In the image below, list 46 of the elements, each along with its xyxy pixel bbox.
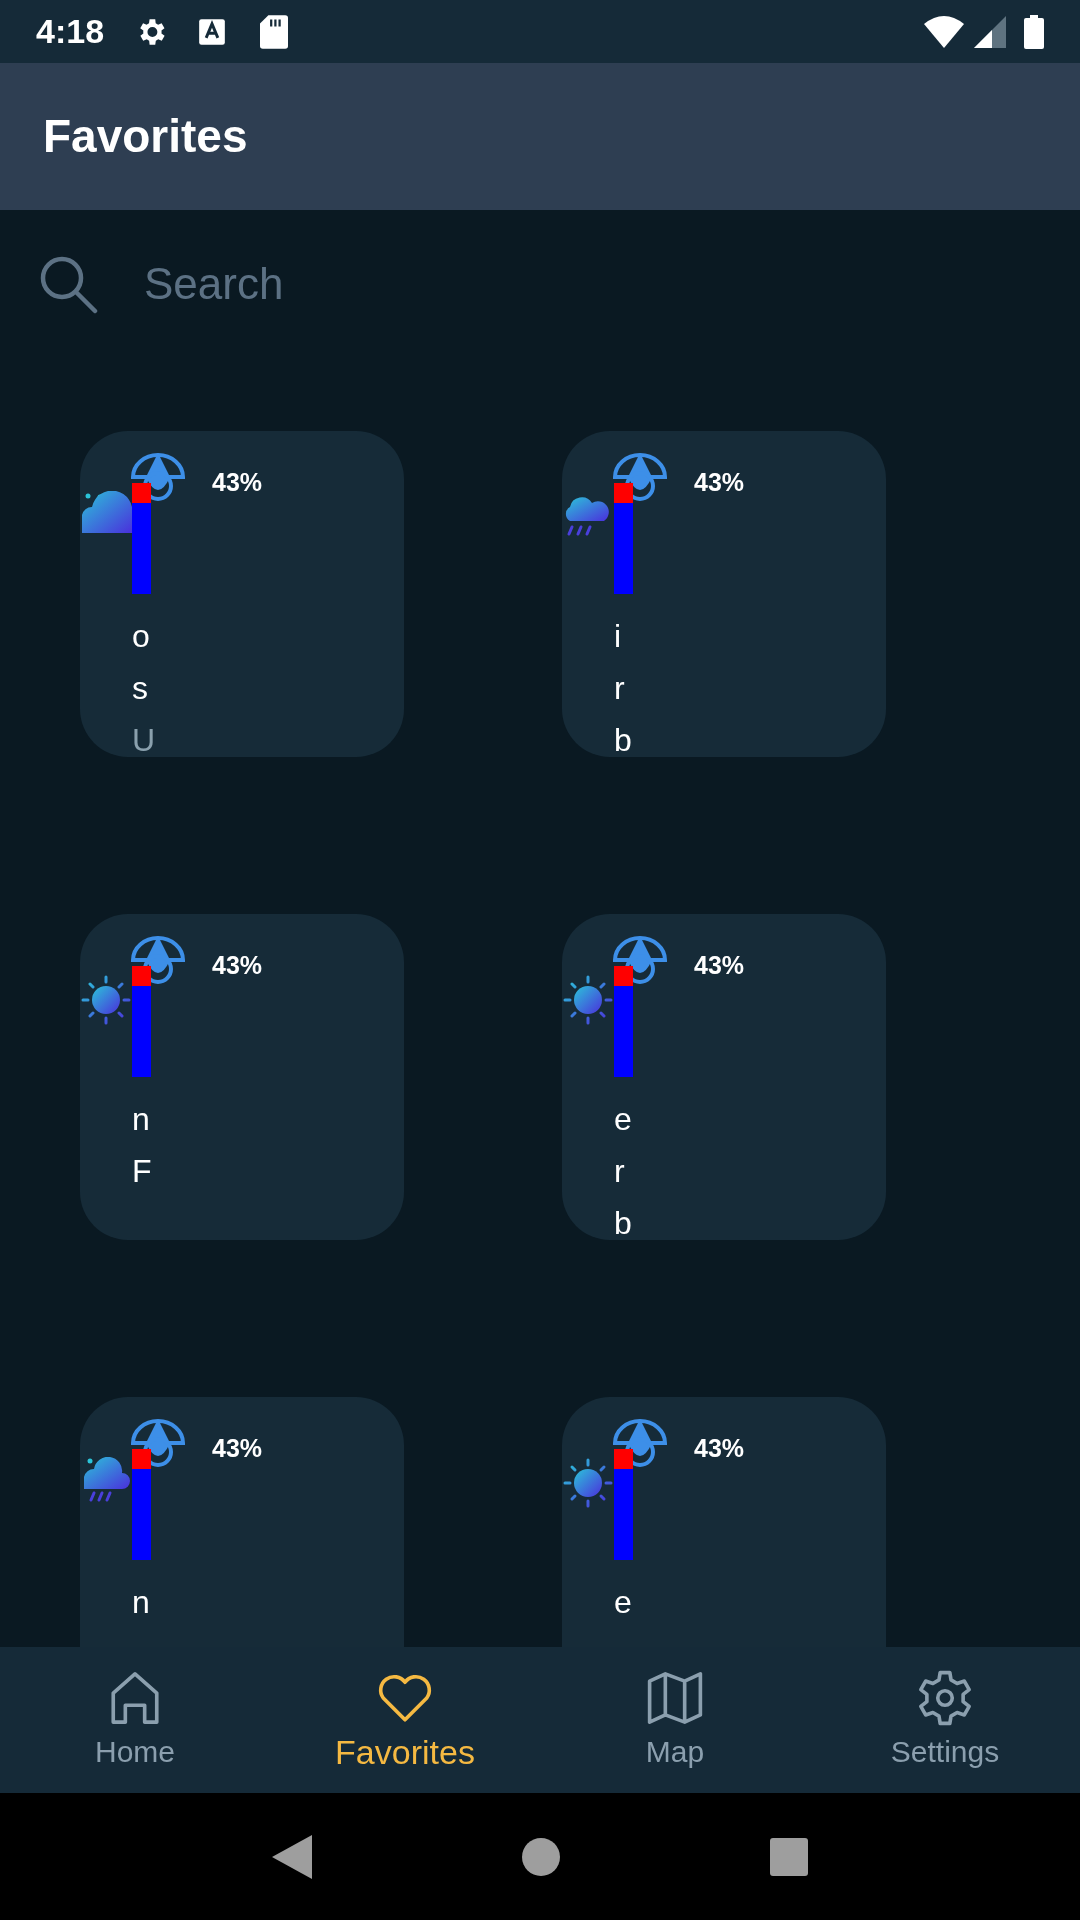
name-letter: U <box>132 722 156 757</box>
nav-tab[interactable]: Map <box>540 1647 810 1793</box>
font-icon <box>198 17 227 46</box>
name-letter: r <box>614 670 625 707</box>
name-letter: b <box>614 722 632 757</box>
name-letter: F <box>132 1153 152 1190</box>
signal-icon <box>974 15 1006 48</box>
nav-tab[interactable]: Settings <box>810 1647 1080 1793</box>
sun-icon <box>80 974 132 1026</box>
location-card[interactable]: 43% n F <box>80 914 404 1240</box>
location-card[interactable]: 43% o s U <box>80 431 404 757</box>
name-letter: r <box>614 1153 625 1190</box>
name-letter: i <box>614 618 622 655</box>
sun-icon <box>562 974 614 1026</box>
name-letter: e <box>614 1101 632 1138</box>
humidity-value: 43% <box>212 950 263 981</box>
location-card[interactable]: 43% e <box>562 1397 886 1647</box>
humidity-value: 43% <box>694 1433 745 1464</box>
search-field[interactable]: Search <box>144 251 944 317</box>
location-card[interactable]: 43% e r b <box>562 914 886 1240</box>
recents-icon[interactable] <box>770 1837 808 1876</box>
location-card[interactable]: 43% n <box>80 1397 404 1647</box>
search-icon <box>38 254 98 314</box>
settings-icon <box>916 1669 974 1727</box>
sun-icon <box>562 1457 614 1509</box>
name-letter: e <box>614 1584 632 1621</box>
home-circle-icon[interactable] <box>522 1837 560 1876</box>
nav-tab[interactable]: Home <box>0 1647 270 1793</box>
name-letter: b <box>614 1205 632 1240</box>
humidity-value: 43% <box>694 467 745 498</box>
map-icon <box>646 1669 704 1727</box>
humidity-value: 43% <box>694 950 745 981</box>
screen-title: Favorites <box>43 109 248 164</box>
name-letter: s <box>132 670 148 707</box>
sd-card-icon <box>260 14 289 49</box>
name-letter: o <box>132 618 150 655</box>
wifi-icon <box>924 15 964 48</box>
location-card[interactable]: 43% i r b <box>562 431 886 757</box>
status-time: 4:18 <box>36 11 105 52</box>
humidity-value: 43% <box>212 1433 263 1464</box>
humidity-value: 43% <box>212 467 263 498</box>
nav-tab[interactable]: Favorites <box>270 1647 540 1793</box>
back-icon[interactable] <box>272 1834 312 1879</box>
name-letter: n <box>132 1584 150 1621</box>
battery-icon <box>1024 14 1044 49</box>
name-letter: n <box>132 1101 150 1138</box>
